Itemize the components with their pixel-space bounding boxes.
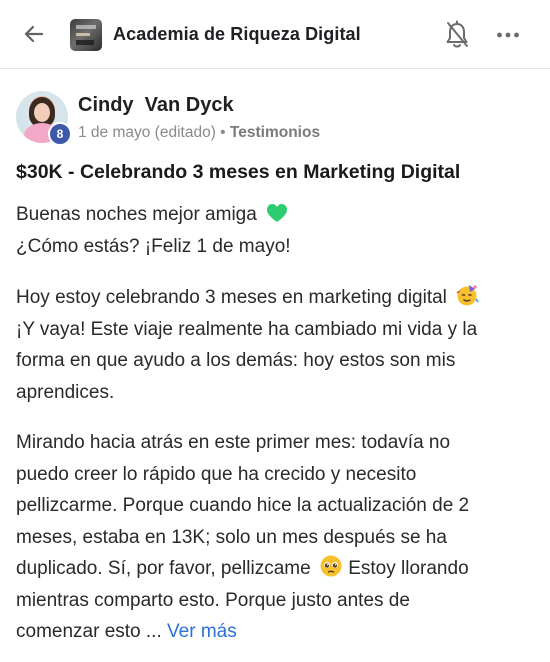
body-text: pellizcarme. Porque cuando hice la actua…: [16, 495, 470, 516]
see-more-link[interactable]: Ver más: [167, 621, 237, 642]
body-text: comenzar esto ...: [16, 621, 162, 642]
body-text: mientras comparto esto. Porque justo ant…: [16, 589, 410, 611]
post-meta: 1 de mayo (editado) • Testimonios: [78, 124, 320, 142]
post-category[interactable]: Testimonios: [230, 124, 320, 141]
body-text: ¡Y vaya! Este viaje realmente ha cambiad…: [16, 318, 478, 340]
back-button[interactable]: [20, 20, 48, 48]
body-text: ¿Cómo estás? ¡Feliz 1 de mayo!: [16, 235, 291, 257]
body-text: aprendices.: [16, 381, 115, 403]
body-text: Hoy estoy celebrando 3 meses en marketin…: [16, 287, 447, 308]
green-heart-icon: [267, 204, 288, 222]
more-options-button[interactable]: [494, 24, 522, 46]
notifications-muted-button[interactable]: [443, 20, 471, 50]
body-text: puedo creer lo rápido que ha crecido y n…: [16, 463, 417, 485]
more-horizontal-icon: [497, 32, 519, 38]
level-badge: 8: [48, 122, 72, 146]
arrow-left-icon: [24, 25, 44, 43]
group-title[interactable]: Academia de Riqueza Digital: [113, 24, 361, 45]
body-text: Mirando hacia atrás en este primer mes: …: [16, 432, 451, 453]
bell-off-icon: [446, 20, 468, 48]
post-paragraph: Buenas noches mejor amiga ¿Cómo estás? ¡…: [16, 199, 536, 262]
body-text: meses, estaba en 13K; solo un mes despué…: [16, 526, 447, 548]
post-paragraph: Hoy estoy celebrando 3 meses en marketin…: [16, 282, 536, 408]
meta-separator: •: [220, 124, 226, 141]
author-name[interactable]: Cindy Van Dyck: [78, 94, 234, 117]
body-text: duplicado. Sí, por favor, pellizcame: [16, 558, 311, 579]
post-date: 1 de mayo (editado): [78, 124, 216, 141]
partying-face-icon: [456, 285, 479, 306]
body-text: forma en que ayudo a los demás: hoy esto…: [16, 350, 456, 371]
group-logo[interactable]: [70, 19, 102, 51]
post-title: $30K - Celebrando 3 meses en Marketing D…: [16, 161, 461, 183]
pleading-face-icon: [320, 555, 342, 577]
body-text: Estoy llorando: [348, 558, 469, 579]
top-bar: Academia de Riqueza Digital: [0, 0, 550, 69]
post-paragraph: Mirando hacia atrás en este primer mes: …: [16, 427, 536, 648]
body-text: Buenas noches mejor amiga: [16, 204, 257, 225]
